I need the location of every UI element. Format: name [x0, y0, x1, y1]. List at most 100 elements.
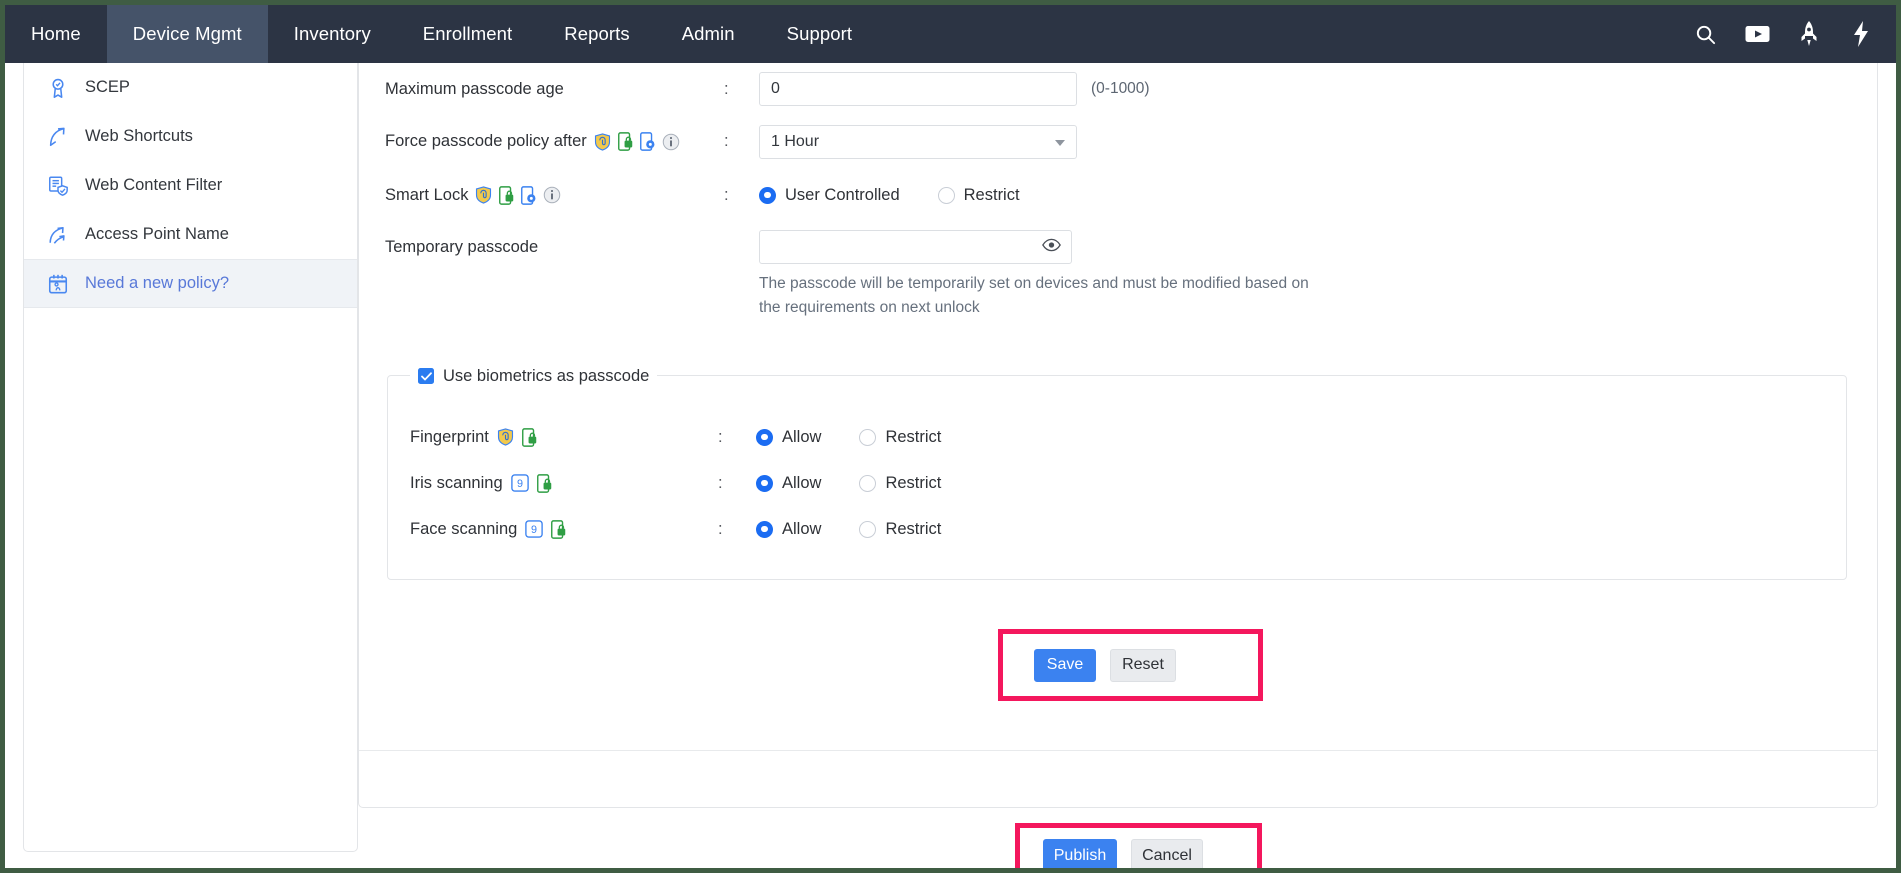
radio-indicator: [859, 475, 876, 492]
android-9-badge-icon: 9: [511, 474, 529, 492]
phone-lock-green-icon: [499, 186, 514, 205]
fingerprint-radio-group: Allow Restrict: [756, 428, 979, 447]
maximum-passcode-age-input[interactable]: [759, 72, 1077, 106]
temporary-passcode-control: [759, 222, 1072, 272]
colon-separator: :: [724, 115, 759, 168]
smart-lock-option-user-controlled[interactable]: User Controlled: [759, 186, 900, 205]
android-9-badge-icon: 9: [525, 520, 543, 538]
iris-scanning-radio-group: Allow Restrict: [756, 474, 979, 493]
nav-item-inventory[interactable]: Inventory: [268, 5, 397, 63]
force-passcode-policy-select[interactable]: 1 Hour: [759, 125, 1077, 159]
sidebar-item-web-shortcuts[interactable]: Web Shortcuts: [24, 112, 357, 161]
temporary-passcode-label: Temporary passcode: [359, 222, 724, 272]
save-reset-button-group: Save Reset: [1034, 649, 1176, 682]
smart-lock-option-restrict[interactable]: Restrict: [938, 186, 1020, 205]
colon-separator: :: [724, 63, 759, 115]
maximum-passcode-age-control: (0-1000): [759, 63, 1150, 115]
sidebar-item-label: SCEP: [85, 78, 130, 97]
cancel-button[interactable]: Cancel: [1131, 839, 1203, 872]
fingerprint-shield-icon: [497, 428, 514, 446]
sidebar-item-label: Access Point Name: [85, 225, 229, 244]
nav-item-enrollment[interactable]: Enrollment: [397, 5, 538, 63]
phone-lock-green-icon: [537, 474, 552, 493]
form-row-smart-lock: Smart Lock: [359, 168, 1878, 222]
nav-item-support[interactable]: Support: [761, 5, 879, 63]
sidebar-item-label: Web Content Filter: [85, 176, 222, 195]
temporary-passcode-input[interactable]: [771, 232, 1031, 262]
face-scanning-option-restrict[interactable]: Restrict: [859, 520, 941, 539]
nav-item-admin[interactable]: Admin: [656, 5, 761, 63]
lightning-bolt-icon[interactable]: [1848, 21, 1874, 47]
rocket-icon[interactable]: [1796, 21, 1822, 47]
save-button[interactable]: Save: [1034, 649, 1096, 682]
maximum-passcode-age-label: Maximum passcode age: [359, 63, 724, 115]
fingerprint-option-allow[interactable]: Allow: [756, 428, 821, 447]
temporary-passcode-helper-text: The passcode will be temporarily set on …: [759, 272, 1459, 320]
face-scanning-label: Face scanning 9: [388, 520, 718, 539]
selected-value: 1 Hour: [771, 133, 819, 151]
reset-button[interactable]: Reset: [1110, 649, 1176, 682]
nav-item-home[interactable]: Home: [5, 5, 107, 63]
info-icon[interactable]: [543, 186, 561, 204]
sidebar: SCEP Web Shortcuts: [23, 63, 358, 852]
option-label: Restrict: [885, 520, 941, 539]
phone-gear-blue-icon: [521, 186, 536, 205]
form-row-force-passcode-policy: Force passcode policy after: [359, 115, 1878, 168]
sidebar-item-label: Web Shortcuts: [85, 127, 193, 146]
nav-icon-group: [1692, 5, 1896, 63]
label-text: Maximum passcode age: [385, 80, 564, 99]
nav-spacer: [878, 5, 1692, 63]
maximum-passcode-age-range-hint: (0-1000): [1091, 80, 1150, 98]
temporary-passcode-field-wrapper: [759, 230, 1072, 264]
sidebar-item-scep[interactable]: SCEP: [24, 63, 357, 112]
label-text: Smart Lock: [385, 186, 468, 205]
biometrics-fieldset: Use biometrics as passcode Fingerprint: [387, 375, 1847, 580]
info-icon[interactable]: [662, 133, 680, 151]
nav-item-device-mgmt[interactable]: Device Mgmt: [107, 5, 268, 63]
label-text: Iris scanning: [410, 474, 503, 493]
sidebar-item-need-a-new-policy[interactable]: Need a new policy?: [24, 259, 357, 308]
save-reset-highlight-box: Save Reset: [998, 629, 1263, 701]
fingerprint-shield-icon: [475, 186, 492, 204]
arrow-shortcut-icon: [46, 125, 70, 149]
eye-icon[interactable]: [1042, 238, 1061, 256]
label-text: Face scanning: [410, 520, 517, 539]
colon-separator: :: [718, 428, 756, 447]
option-label: Allow: [782, 428, 821, 447]
biometrics-row-face-scanning: Face scanning 9: [388, 506, 1848, 552]
helper-line-2: the requirements on next unlock: [759, 296, 1459, 320]
iris-scanning-option-allow[interactable]: Allow: [756, 474, 821, 493]
search-icon[interactable]: [1692, 21, 1718, 47]
fingerprint-label: Fingerprint: [388, 428, 718, 447]
sidebar-item-web-content-filter[interactable]: Web Content Filter: [24, 161, 357, 210]
fingerprint-shield-icon: [594, 133, 611, 151]
checkbox-indicator: [418, 368, 434, 384]
nav-item-reports[interactable]: Reports: [538, 5, 655, 63]
top-navigation-bar: Home Device Mgmt Inventory Enrollment Re…: [5, 5, 1896, 63]
policy-form-card: Maximum passcode age : (0-1000) Force pa…: [358, 63, 1878, 808]
option-label: Restrict: [885, 428, 941, 447]
colon-separator: :: [718, 474, 756, 493]
publish-button[interactable]: Publish: [1043, 839, 1117, 872]
iris-scanning-option-restrict[interactable]: Restrict: [859, 474, 941, 493]
passcode-settings-form: Maximum passcode age : (0-1000) Force pa…: [359, 63, 1878, 751]
face-scanning-option-allow[interactable]: Allow: [756, 520, 821, 539]
sidebar-item-access-point-name[interactable]: Access Point Name: [24, 210, 357, 259]
face-scanning-radio-group: Allow Restrict: [756, 520, 979, 539]
use-biometrics-checkbox[interactable]: Use biometrics as passcode: [410, 365, 657, 387]
form-row-maximum-passcode-age: Maximum passcode age : (0-1000): [359, 63, 1878, 115]
radio-indicator: [756, 521, 773, 538]
label-text: Temporary passcode: [385, 238, 538, 257]
video-play-icon[interactable]: [1744, 21, 1770, 47]
smart-lock-label: Smart Lock: [359, 168, 724, 222]
label-text: Fingerprint: [410, 428, 489, 447]
calendar-icon: [46, 272, 70, 296]
radio-indicator: [756, 429, 773, 446]
radio-indicator: [938, 187, 955, 204]
biometrics-row-fingerprint: Fingerprint: [388, 414, 1848, 460]
option-label: Restrict: [964, 186, 1020, 205]
iris-scanning-label: Iris scanning 9: [388, 474, 718, 493]
radio-indicator: [859, 429, 876, 446]
radio-indicator: [859, 521, 876, 538]
fingerprint-option-restrict[interactable]: Restrict: [859, 428, 941, 447]
